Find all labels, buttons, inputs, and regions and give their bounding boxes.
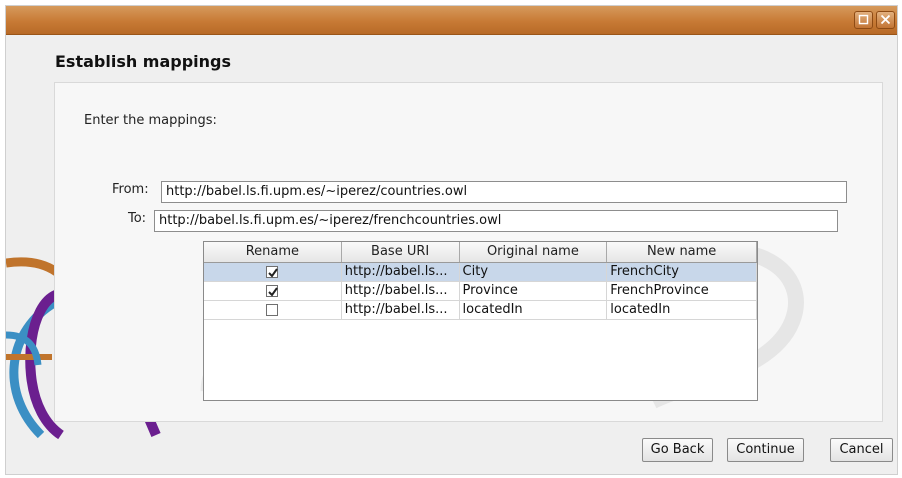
rename-cell (204, 263, 342, 281)
rename-cell (204, 301, 342, 319)
continue-button[interactable]: Continue (727, 438, 804, 462)
table-row[interactable]: http://babel.ls... Province FrenchProvin… (204, 282, 757, 301)
to-field[interactable]: http://babel.ls.fi.upm.es/~iperez/french… (154, 210, 838, 232)
new-name-cell[interactable]: FrenchProvince (607, 282, 757, 300)
mappings-table[interactable]: Rename Base URI Original name New name h… (203, 241, 758, 401)
base-uri-cell: http://babel.ls... (342, 301, 460, 319)
new-name-cell[interactable]: FrenchCity (607, 263, 757, 281)
from-label: From: (112, 182, 149, 197)
dialog-window: Establish mappings Enter the mappings: F… (5, 5, 898, 475)
table-row[interactable]: http://babel.ls... locatedIn locatedIn (204, 301, 757, 320)
table-header: Rename Base URI Original name New name (204, 242, 757, 263)
table-row[interactable]: http://babel.ls... City FrenchCity (204, 263, 757, 282)
from-field[interactable]: http://babel.ls.fi.upm.es/~iperez/countr… (161, 181, 847, 203)
rename-checkbox[interactable] (266, 266, 278, 278)
mappings-panel: Enter the mappings: From: http://babel.l… (54, 82, 883, 422)
close-icon[interactable] (876, 11, 895, 29)
original-name-cell: City (460, 263, 608, 281)
cancel-button[interactable]: Cancel (830, 438, 893, 462)
column-header-new-name[interactable]: New name (607, 242, 757, 262)
maximize-icon[interactable] (854, 11, 873, 29)
column-header-rename[interactable]: Rename (204, 242, 342, 262)
original-name-cell: locatedIn (460, 301, 608, 319)
rename-checkbox[interactable] (266, 285, 278, 297)
new-name-cell[interactable]: locatedIn (607, 301, 757, 319)
base-uri-cell: http://babel.ls... (342, 263, 460, 281)
to-label: To: (128, 211, 147, 226)
column-header-base-uri[interactable]: Base URI (342, 242, 460, 262)
base-uri-cell: http://babel.ls... (342, 282, 460, 300)
original-name-cell: Province (460, 282, 608, 300)
titlebar (6, 6, 897, 35)
rename-checkbox[interactable] (266, 304, 278, 316)
rename-cell (204, 282, 342, 300)
page-title: Establish mappings (55, 52, 232, 71)
go-back-button[interactable]: Go Back (642, 438, 713, 462)
column-header-original-name[interactable]: Original name (460, 242, 608, 262)
mappings-prompt: Enter the mappings: (84, 113, 217, 128)
